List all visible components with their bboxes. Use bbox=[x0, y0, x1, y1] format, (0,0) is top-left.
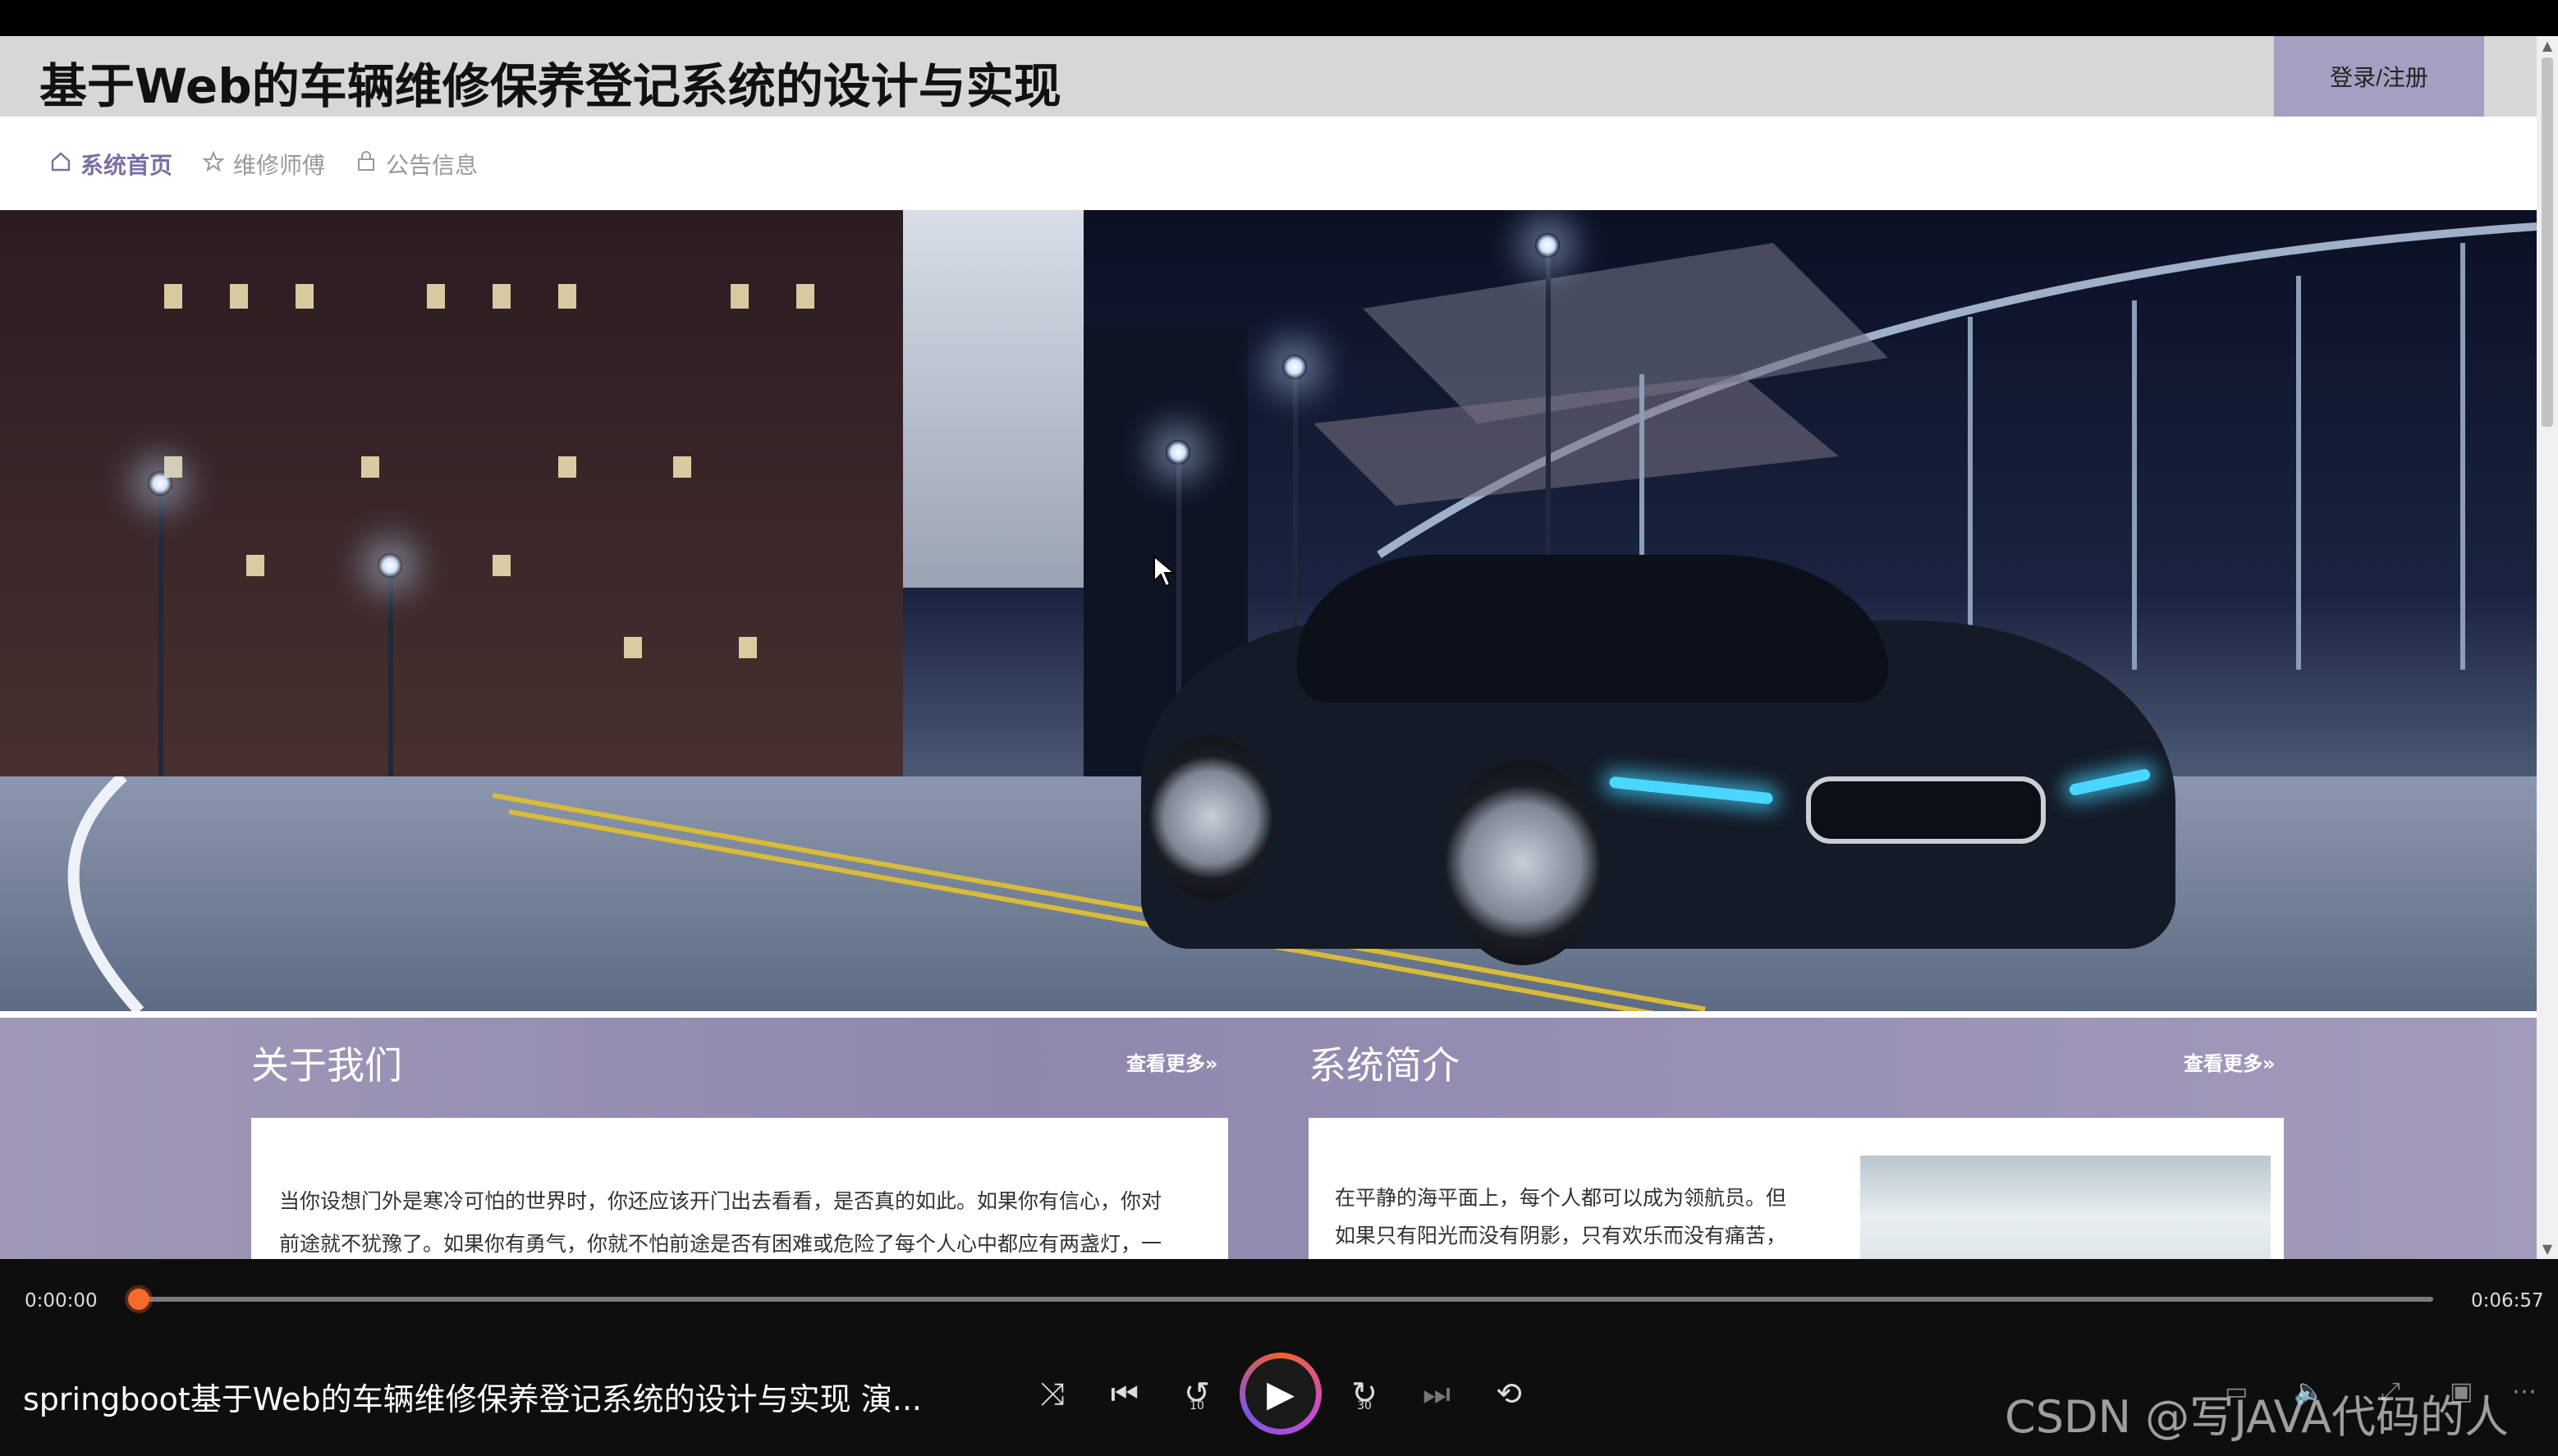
bag-icon bbox=[355, 150, 378, 178]
skip-next-icon: ⏭ bbox=[1422, 1375, 1451, 1412]
car-wheel bbox=[1445, 760, 1601, 965]
scroll-up-icon[interactable]: ▲ bbox=[2540, 38, 2555, 53]
about-text-line: 当你设想门外是寒冷可怕的世界时，你还应该开门出去看看，是否真的如此。如果你有信心… bbox=[279, 1189, 1162, 1213]
street-lamp bbox=[1535, 233, 1560, 258]
rewind-seconds-label: 10 bbox=[1190, 1399, 1204, 1413]
intro-image bbox=[1860, 1156, 2271, 1259]
nav-item-home[interactable]: 系统首页 bbox=[49, 117, 172, 212]
mouse-cursor-icon bbox=[1153, 555, 1176, 588]
street-lamp bbox=[148, 471, 172, 496]
building-windows bbox=[164, 284, 814, 658]
hero-banner-image[interactable] bbox=[0, 210, 2537, 1011]
shuffle-icon: ⤨ bbox=[1039, 1375, 1066, 1412]
star-icon bbox=[202, 149, 225, 178]
street-lamp bbox=[1282, 355, 1307, 379]
intro-more-link[interactable]: 查看更多» bbox=[2184, 1047, 2276, 1076]
total-time: 0:06:57 bbox=[2471, 1290, 2544, 1312]
main-nav: 系统首页 维修师傅 公告信息 bbox=[0, 117, 2537, 212]
scroll-down-icon[interactable]: ▼ bbox=[2540, 1241, 2555, 1257]
skip-previous-icon: ⏮ bbox=[1110, 1375, 1139, 1412]
play-icon: ▶ bbox=[1245, 1358, 1316, 1429]
nav-item-mechanics[interactable]: 维修师傅 bbox=[202, 117, 325, 212]
rewind-10-button[interactable]: ↺ 10 bbox=[1171, 1367, 1223, 1420]
next-button[interactable]: ⏭ bbox=[1410, 1367, 1463, 1420]
more-options-icon[interactable]: ⋯ bbox=[2512, 1377, 2537, 1406]
car-grille bbox=[1806, 776, 2046, 844]
about-more-link[interactable]: 查看更多» bbox=[1126, 1047, 1218, 1076]
login-register-button[interactable]: 登录/注册 bbox=[2274, 36, 2484, 117]
site-title: 基于Web的车辆维修保养登记系统的设计与实现 bbox=[39, 58, 1061, 114]
intro-text-line: 如果只有阳光而没有阴影，只有欢乐而没有痛苦， bbox=[1335, 1224, 1787, 1248]
forward-seconds-label: 30 bbox=[1357, 1399, 1372, 1413]
video-title: springboot基于Web的车辆维修保养登记系统的设计与实现 演... bbox=[23, 1381, 922, 1417]
seek-bar[interactable] bbox=[128, 1297, 2433, 1302]
forward-30-button[interactable]: ↻ 30 bbox=[1338, 1367, 1391, 1420]
top-black-bar bbox=[0, 0, 2558, 36]
seek-handle[interactable] bbox=[128, 1289, 149, 1310]
current-time: 0:00:00 bbox=[25, 1290, 98, 1312]
csdn-watermark: CSDN @写JAVA代码的人 bbox=[2005, 1391, 2510, 1443]
nav-item-announcements[interactable]: 公告信息 bbox=[355, 117, 478, 212]
about-text-line: 前途就不犹豫了。如果你有勇气，你就不怕前途是否有困难或危险了每个人心中都应有两盏… bbox=[279, 1232, 1162, 1256]
site-header: 基于Web的车辆维修保养登记系统的设计与实现 登录/注册 bbox=[0, 36, 2537, 117]
scrollbar-thumb[interactable] bbox=[2542, 57, 2553, 427]
previous-button[interactable]: ⏮ bbox=[1098, 1367, 1151, 1420]
intro-text-line: 在平静的海平面上，每个人都可以成为领航员。但 bbox=[1335, 1186, 1787, 1210]
home-icon bbox=[49, 151, 72, 178]
nav-label-mechanics: 维修师傅 bbox=[233, 152, 326, 179]
shuffle-button[interactable]: ⤨ bbox=[1026, 1367, 1079, 1420]
street-lamp bbox=[1166, 440, 1190, 465]
system-intro-title: 系统简介 bbox=[1309, 1043, 1460, 1087]
about-us-title: 关于我们 bbox=[251, 1043, 402, 1087]
repeat-off-icon: ⟲ bbox=[1496, 1376, 1522, 1412]
nav-label-home: 系统首页 bbox=[80, 152, 173, 179]
nav-label-announcements: 公告信息 bbox=[386, 152, 479, 179]
play-button[interactable]: ▶ bbox=[1240, 1353, 1322, 1435]
repeat-off-button[interactable]: ⟲ bbox=[1483, 1367, 1535, 1420]
street-lamp bbox=[378, 553, 402, 578]
building-tower bbox=[903, 210, 1084, 588]
car-wheel bbox=[1149, 735, 1272, 900]
